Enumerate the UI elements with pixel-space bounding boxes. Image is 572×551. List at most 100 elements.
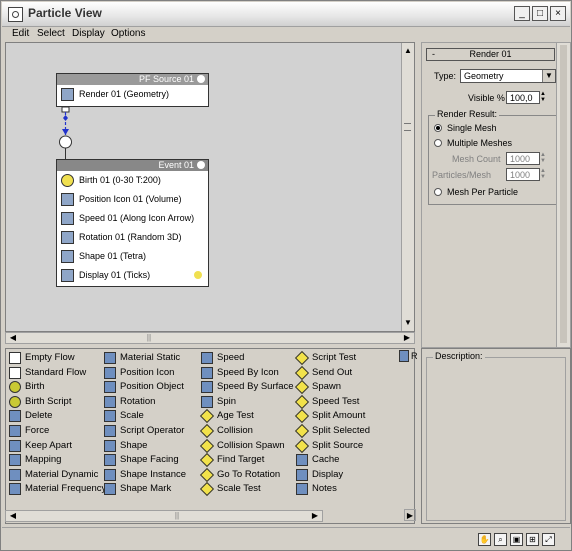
depot-item[interactable]: Scale <box>103 409 144 423</box>
depot-item[interactable]: Rotation <box>103 395 155 409</box>
scroll-down-icon[interactable]: ▼ <box>402 317 414 329</box>
depot-item[interactable]: Scale Test <box>199 482 261 497</box>
depot-item[interactable]: Birth <box>8 380 45 394</box>
depot-item[interactable]: Speed <box>200 351 244 365</box>
depot-item[interactable]: Position Object <box>103 380 184 394</box>
depot-item[interactable]: Shape <box>103 439 147 453</box>
menu-options[interactable]: Options <box>111 28 145 39</box>
event-node[interactable]: Event 01 Birth 01 (0-30 T:200) Position … <box>56 159 209 287</box>
scroll-right-icon[interactable]: ▶ <box>309 510 321 522</box>
node-operator-row[interactable]: Birth 01 (0-30 T:200) <box>57 171 208 190</box>
depot-item[interactable]: Cache <box>295 453 339 467</box>
rollout-toggle[interactable]: - <box>432 49 435 60</box>
event-display[interactable]: PF Source 01 Render 01 (Geometry) Event … <box>5 42 415 332</box>
menu-display[interactable]: Display <box>72 28 105 39</box>
depot-item[interactable]: Split Amount <box>294 409 365 424</box>
depot-item[interactable]: Material Static <box>103 351 180 365</box>
depot-item[interactable]: Keep Apart <box>8 439 72 453</box>
graph-vertical-scrollbar[interactable]: ▲ ▼ <box>401 43 414 331</box>
node-operator-row[interactable]: Position Icon 01 (Volume) <box>57 190 208 209</box>
depot-item[interactable]: Material Frequency <box>8 482 106 496</box>
node-operator-row[interactable]: Rotation 01 (Random 3D) <box>57 228 208 247</box>
menu-select[interactable]: Select <box>37 28 65 39</box>
depot-item[interactable]: Notes <box>295 482 337 496</box>
graph-horizontal-scrollbar[interactable]: ◀ || ▶ <box>5 332 415 344</box>
maximize-button[interactable]: □ <box>532 6 548 21</box>
type-dropdown[interactable]: Geometry ▼ <box>460 69 556 83</box>
minimize-button[interactable]: _ <box>514 6 530 21</box>
depot-item[interactable]: Shape Facing <box>103 453 179 467</box>
mesh-per-particle-radio[interactable] <box>434 188 442 196</box>
depot-item[interactable]: Birth Script <box>8 395 71 409</box>
birth-script-icon <box>9 395 21 408</box>
depot-item-label: Standard Flow <box>25 366 87 378</box>
node-operator-row[interactable]: Speed 01 (Along Icon Arrow) <box>57 209 208 228</box>
scroll-right-icon[interactable]: ▶ <box>401 332 413 344</box>
speed-by-surface-icon <box>201 381 213 394</box>
multiple-meshes-radio[interactable] <box>434 139 442 147</box>
depot-extra-icon[interactable] <box>399 350 409 362</box>
no-zoom-icon[interactable]: ⤢ <box>542 533 555 546</box>
depot-item-label: Position Object <box>120 381 184 393</box>
depot-item[interactable]: Force <box>8 424 49 438</box>
zoom-extents-icon[interactable]: ⊞ <box>526 533 539 546</box>
depot-item[interactable]: Standard Flow <box>8 366 86 380</box>
depot-item[interactable]: Material Dynamic <box>8 468 98 482</box>
depot-item[interactable]: Spin <box>200 395 236 409</box>
notes-icon <box>296 483 308 496</box>
pan-icon[interactable]: ✋ <box>478 533 491 546</box>
visible-spinner-icon[interactable]: ▲ ▼ <box>540 91 548 104</box>
depot-item[interactable]: Split Source <box>294 438 363 453</box>
node-header: Event 01 <box>57 160 208 171</box>
node-title: Event 01 <box>158 160 194 170</box>
depot-scroll-right-icon[interactable]: ▶ <box>404 509 416 521</box>
single-mesh-radio[interactable] <box>434 124 442 132</box>
depot-item[interactable]: Collision <box>199 423 253 439</box>
mesh-count-field[interactable]: 1000 <box>506 152 540 165</box>
depot-item[interactable]: Script Test <box>294 350 356 366</box>
depot-item[interactable]: Empty Flow <box>8 351 75 365</box>
rollout-header[interactable]: - Render 01 <box>426 48 555 61</box>
output-socket[interactable] <box>61 106 70 113</box>
scroll-left-icon[interactable]: ◀ <box>7 332 19 344</box>
depot-item[interactable]: Send Out <box>294 365 352 380</box>
node-operator-row[interactable]: Display 01 (Ticks) <box>57 266 208 285</box>
chevron-down-icon[interactable]: ▼ <box>542 70 555 82</box>
depot-item[interactable]: Spawn <box>294 380 341 395</box>
scroll-thumb-icon[interactable]: || <box>143 332 155 344</box>
depot-item[interactable]: Position Icon <box>103 366 174 380</box>
depot-item[interactable]: Display <box>295 468 343 482</box>
depot-item[interactable]: Delete <box>8 409 52 423</box>
depot-item[interactable]: Age Test <box>199 409 254 424</box>
title-bar[interactable]: Particle View _ □ × <box>2 2 570 27</box>
particles-per-mesh-field[interactable]: 1000 <box>506 168 540 181</box>
node-operator-row[interactable]: Shape 01 (Tetra) <box>57 247 208 266</box>
visible-field[interactable]: 100,0 <box>506 91 540 104</box>
depot-item[interactable]: Shape Mark <box>103 482 171 496</box>
depot-item[interactable]: Mapping <box>8 453 61 467</box>
input-socket[interactable] <box>59 135 72 149</box>
zoom-icon[interactable]: ⌕ <box>494 533 507 546</box>
scroll-thumb-icon[interactable]: || <box>171 510 183 522</box>
panel-vertical-scrollbar[interactable] <box>556 43 570 347</box>
depot-item[interactable]: Split Selected <box>294 423 370 439</box>
depot-item[interactable]: Collision Spawn <box>199 438 285 453</box>
depot-item[interactable]: Find Target <box>199 453 264 468</box>
depot-item[interactable]: Speed By Icon <box>200 366 279 380</box>
depot-item[interactable]: Speed By Surface <box>200 380 294 394</box>
zoom-region-icon[interactable]: ▣ <box>510 533 523 546</box>
depot-item[interactable]: Go To Rotation <box>199 467 280 482</box>
close-button[interactable]: × <box>550 6 566 21</box>
particles-spinner-icon[interactable]: ▲ ▼ <box>540 168 548 181</box>
depot-horizontal-scrollbar[interactable]: ◀ || ▶ <box>5 510 323 522</box>
depot-item[interactable]: Shape Instance <box>103 468 186 482</box>
depot-item[interactable]: Speed Test <box>294 394 359 409</box>
menu-edit[interactable]: Edit <box>12 28 29 39</box>
scroll-up-icon[interactable]: ▲ <box>402 45 414 57</box>
depot-item[interactable]: Script Operator <box>103 424 184 438</box>
scroll-track[interactable] <box>560 45 567 343</box>
scroll-left-icon[interactable]: ◀ <box>7 510 19 522</box>
eye-icon[interactable] <box>197 161 205 169</box>
scroll-grip-icon[interactable] <box>404 123 411 131</box>
mesh-count-spinner-icon[interactable]: ▲ ▼ <box>540 152 548 165</box>
